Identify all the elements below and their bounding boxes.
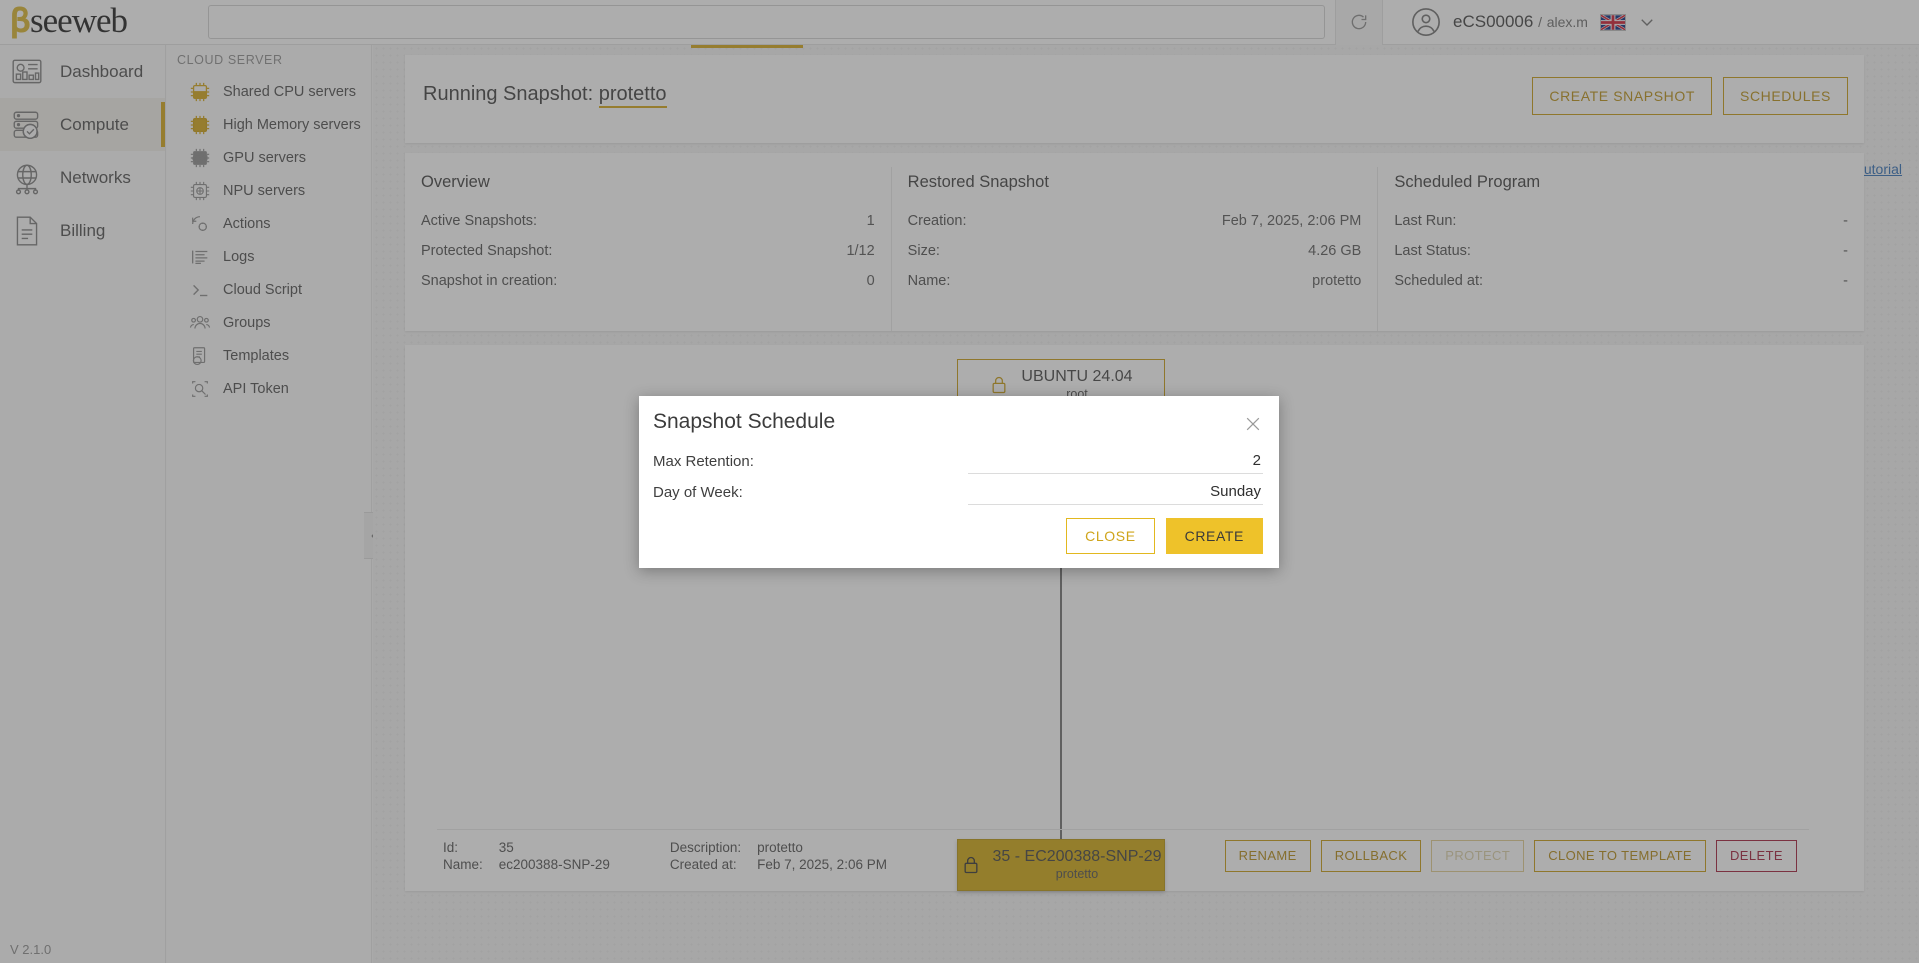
dialog-title: Snapshot Schedule (653, 410, 836, 433)
day-of-week-label: Day of Week: (653, 484, 743, 501)
dialog-row-max-retention: Max Retention: 2 (653, 444, 1263, 474)
dialog-close-button[interactable]: CLOSE (1066, 518, 1155, 554)
close-icon[interactable] (1243, 414, 1263, 434)
day-of-week-select[interactable]: Sunday (968, 483, 1263, 505)
dialog-row-day-of-week: Day of Week: Sunday (653, 475, 1263, 505)
dialog-create-button[interactable]: CREATE (1165, 518, 1263, 554)
max-retention-input[interactable]: 2 (968, 452, 1263, 474)
dialog-fields: Max Retention: 2 Day of Week: Sunday (653, 444, 1263, 506)
max-retention-label: Max Retention: (653, 453, 754, 470)
dialog-buttons: CLOSE CREATE (1066, 518, 1263, 554)
snapshot-schedule-dialog: Snapshot Schedule Max Retention: 2 Day o… (639, 396, 1279, 568)
